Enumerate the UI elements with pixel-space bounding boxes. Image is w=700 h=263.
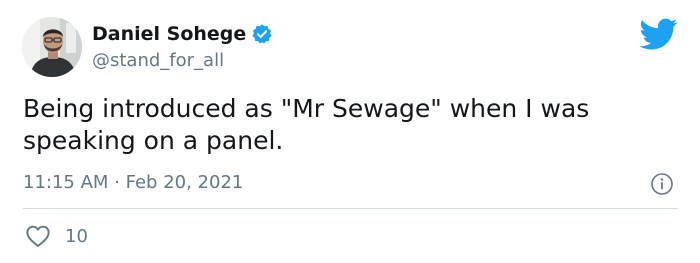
like-count: 10 <box>65 225 88 247</box>
heart-icon[interactable] <box>25 224 51 248</box>
like-action[interactable]: 10 <box>25 224 88 248</box>
tweet-timestamp[interactable]: 11:15 AM · Feb 20, 2021 <box>23 172 243 193</box>
tweet-card: Daniel Sohege @stand_for_all Being intro… <box>0 0 700 263</box>
verified-badge-icon <box>252 24 272 44</box>
tweet-text: Being introduced as "Mr Sewage" when I w… <box>23 94 590 155</box>
avatar[interactable] <box>22 17 82 77</box>
author-name-row: Daniel Sohege <box>92 21 273 47</box>
avatar-image <box>22 17 82 77</box>
twitter-bird-icon[interactable] <box>640 15 678 53</box>
author-handle[interactable]: @stand_for_all <box>92 50 224 71</box>
info-icon[interactable] <box>650 172 674 196</box>
author-display-name[interactable]: Daniel Sohege <box>92 23 246 45</box>
divider <box>23 208 678 209</box>
